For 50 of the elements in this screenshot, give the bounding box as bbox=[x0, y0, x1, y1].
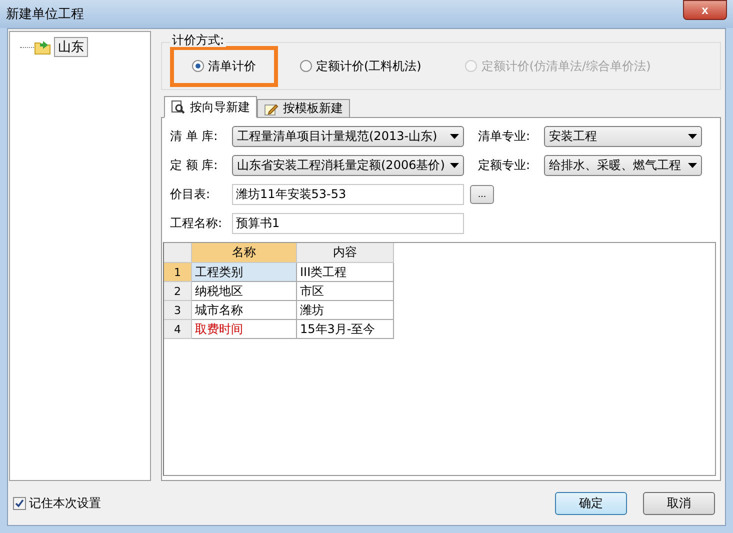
table-cell: 市区 bbox=[297, 282, 394, 301]
folder-icon bbox=[34, 39, 52, 55]
dropdown[interactable]: 给排水、采暖、燃气工程 bbox=[544, 155, 702, 176]
column-header: 内容 bbox=[297, 243, 394, 263]
row-number: 4 bbox=[164, 320, 192, 339]
browse-button[interactable]: ... bbox=[470, 185, 494, 204]
caret-icon bbox=[688, 163, 697, 168]
field-label: 清 单 库: bbox=[170, 128, 219, 145]
close-button[interactable]: x bbox=[683, 0, 727, 20]
column-header: 名称 bbox=[192, 243, 297, 263]
field-label: 价目表: bbox=[170, 186, 212, 203]
dropdown[interactable]: 工程量清单项目计量规范(2013-山东) bbox=[232, 126, 464, 147]
radio-option[interactable]: 清单计价 bbox=[170, 46, 278, 86]
caret-icon bbox=[450, 163, 459, 168]
table-cell: 潍坊 bbox=[297, 301, 394, 320]
dialog-button[interactable]: 取消 bbox=[643, 492, 715, 514]
dialog-button[interactable]: 确定 bbox=[555, 492, 627, 514]
checkbox[interactable] bbox=[13, 496, 26, 510]
radio-dot[interactable] bbox=[300, 60, 312, 72]
table-cell: 城市名称 bbox=[192, 301, 297, 320]
remember-checkbox[interactable]: 记住本次设置 bbox=[13, 494, 539, 512]
field-label: 定额专业: bbox=[478, 157, 532, 174]
tab[interactable]: 按向导新建 bbox=[164, 96, 257, 118]
radio-option[interactable]: 定额计价(工料机法) bbox=[278, 46, 444, 86]
table-cell: 取费时间 bbox=[192, 320, 297, 339]
dropdown[interactable]: 安装工程 bbox=[544, 126, 702, 147]
field-label: 清单专业: bbox=[478, 128, 532, 145]
input-field[interactable]: 预算书1 bbox=[232, 213, 464, 234]
field-label: 定 额 库: bbox=[170, 157, 219, 174]
table-cell: III类工程 bbox=[297, 263, 394, 282]
row-number: 1 bbox=[164, 263, 192, 282]
corner-cell bbox=[164, 243, 192, 263]
field-label: 工程名称: bbox=[170, 215, 224, 232]
table-cell: 15年3月-至今 bbox=[297, 320, 394, 339]
caret-icon bbox=[688, 134, 697, 139]
table-cell: 工程类别 bbox=[192, 263, 297, 282]
caret-icon bbox=[450, 134, 459, 139]
table-cell: 纳税地区 bbox=[192, 282, 297, 301]
row-number: 2 bbox=[164, 282, 192, 301]
magnifier-icon bbox=[171, 100, 185, 114]
row-number: 3 bbox=[164, 301, 192, 320]
dropdown[interactable]: 山东省安装工程消耗量定额(2006基价) bbox=[232, 155, 464, 176]
group-legend: 计价方式: bbox=[170, 33, 226, 47]
check-icon bbox=[15, 498, 24, 508]
window-title: 新建单位工程 bbox=[6, 6, 84, 23]
radio-dot[interactable] bbox=[192, 60, 204, 72]
tab[interactable]: 按模板新建 bbox=[257, 99, 350, 118]
tree-item[interactable]: 山东 bbox=[54, 37, 88, 57]
input-field[interactable]: 潍坊11年安装53-53 bbox=[232, 184, 464, 205]
pencil-icon bbox=[264, 102, 278, 116]
